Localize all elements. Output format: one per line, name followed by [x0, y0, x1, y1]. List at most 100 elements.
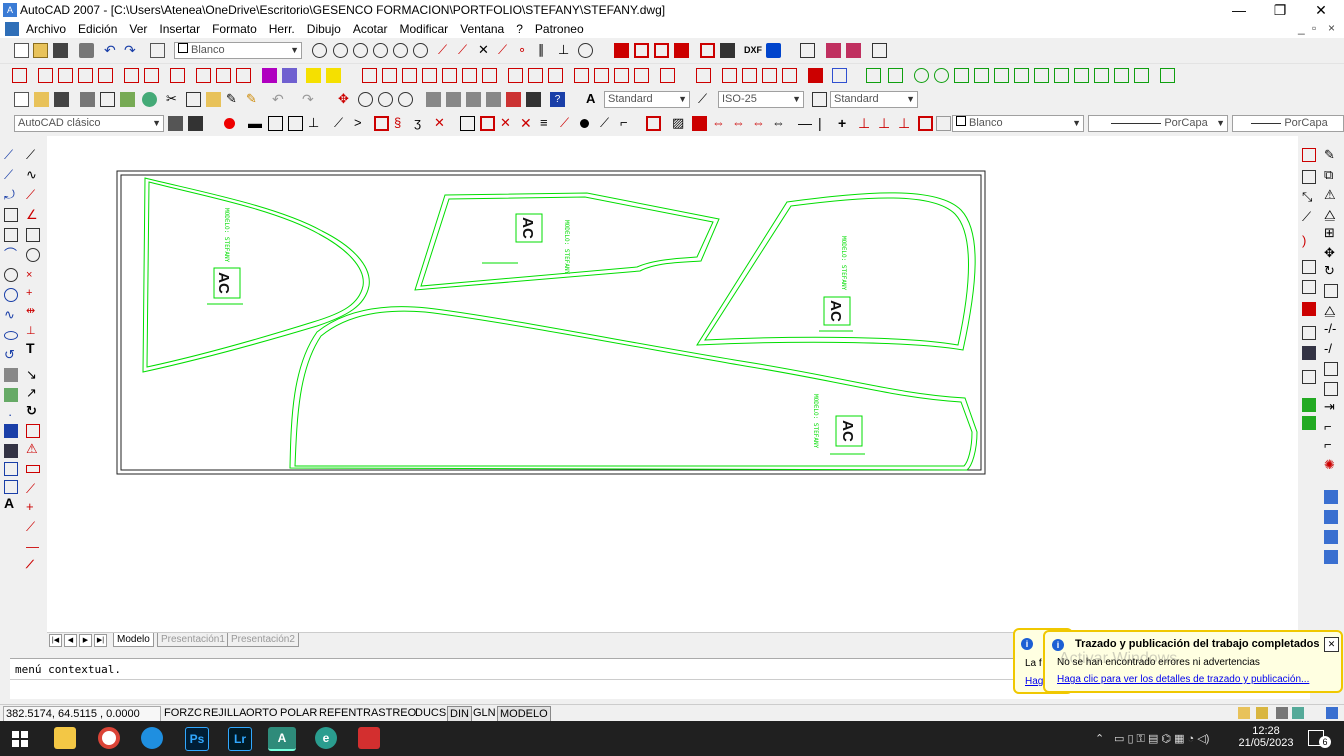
right-tool-4-icon[interactable]: ⟋	[1302, 210, 1316, 224]
right-tool-3-icon[interactable]: ⤡	[1302, 190, 1316, 204]
draw-xline-icon[interactable]: ⟋	[4, 168, 18, 182]
qsave-icon[interactable]	[54, 92, 69, 107]
modify-tool-8-icon[interactable]	[1324, 284, 1338, 298]
pattern-tool-37-icon[interactable]	[832, 68, 847, 83]
pattern-tool-25-icon[interactable]	[548, 68, 563, 83]
grade-tool-2-icon[interactable]: ⇔	[732, 116, 747, 131]
cross-icon[interactable]: +	[838, 116, 853, 131]
qnew-icon[interactable]	[14, 92, 29, 107]
status-gln[interactable]: GLN	[471, 706, 498, 720]
status-ducs[interactable]: DUCS	[413, 706, 448, 720]
modify-explode-icon[interactable]	[26, 465, 40, 473]
tray-warning-icon[interactable]	[1238, 707, 1250, 719]
notification-balloon[interactable]: i Trazado y publicación del trabajo comp…	[1043, 630, 1343, 693]
pattern-tool-7-icon[interactable]	[144, 68, 159, 83]
right-tool-12-icon[interactable]	[1302, 398, 1316, 412]
dim-text-edit-icon[interactable]: ✕	[520, 116, 535, 131]
snap-apparent-icon[interactable]: ⟋	[498, 43, 513, 58]
pattern-tool-3-icon[interactable]	[58, 68, 73, 83]
status-rejilla[interactable]: REJILLA	[201, 706, 248, 720]
status-polar[interactable]: POLAR	[278, 706, 319, 720]
windows-start-icon[interactable]	[12, 731, 28, 747]
taskbar-e-icon[interactable]: e	[315, 727, 337, 749]
dim-style2-icon[interactable]: ⟋	[560, 116, 575, 131]
menu-dibujo[interactable]: Dibujo	[307, 21, 341, 37]
zoom-all-icon[interactable]	[393, 43, 408, 58]
tab-modelo[interactable]: Modelo	[113, 633, 154, 647]
undo2-icon[interactable]: ↶	[272, 92, 287, 107]
draw-ellipse-icon[interactable]	[4, 331, 18, 340]
dim-style-combo[interactable]: ISO-25 ▼	[718, 91, 804, 108]
color-combo[interactable]: Blanco ▼	[952, 115, 1084, 132]
tray-plot-icon[interactable]	[1276, 707, 1288, 719]
print-icon[interactable]	[79, 43, 94, 58]
menu-herr[interactable]: Herr.	[269, 21, 295, 37]
menu-ventana[interactable]: Ventana	[460, 21, 504, 37]
modify-tool-13-icon[interactable]	[1324, 382, 1338, 396]
minimize-button[interactable]: —	[1216, 0, 1262, 20]
taskbar-photoshop-icon[interactable]: Ps	[185, 727, 209, 751]
table-style-icon[interactable]	[812, 92, 827, 107]
menu-patroneo[interactable]: Patroneo	[535, 21, 584, 37]
taskbar-chrome-icon[interactable]	[98, 727, 120, 749]
taskbar-clock[interactable]: 12:28 21/05/2023	[1238, 725, 1294, 749]
tray-comm-icon[interactable]	[1292, 707, 1304, 719]
text-style-combo[interactable]: Standard ▼	[604, 91, 690, 108]
draw-circle-icon[interactable]	[4, 268, 18, 282]
vline-icon[interactable]: |	[818, 116, 833, 131]
pattern-tool-6-icon[interactable]	[124, 68, 139, 83]
modify-tool-6-icon[interactable]: ✥	[1324, 246, 1338, 260]
modify-tool-14-icon[interactable]: ⇥	[1324, 400, 1338, 414]
modify-move-icon[interactable]	[26, 248, 40, 262]
status-refent[interactable]: REFENT	[317, 706, 365, 720]
redo2-icon[interactable]: ↷	[302, 92, 317, 107]
tolerance-icon[interactable]	[460, 116, 475, 131]
zoom-scale-icon[interactable]	[413, 43, 428, 58]
green-tool-2-icon[interactable]	[888, 68, 903, 83]
snap-node-icon[interactable]: ∘	[518, 43, 533, 58]
modify-tool-10-icon[interactable]: -/-	[1324, 322, 1338, 336]
pattern-tool-19-icon[interactable]	[422, 68, 437, 83]
snap-center-icon[interactable]	[578, 43, 593, 58]
modify-array-icon[interactable]	[26, 228, 40, 242]
zoom-extents-icon[interactable]	[373, 43, 388, 58]
tray-icons[interactable]: ▭ ▯ ⚿ ▤ ⌬ ▦ ◔ ◁)	[1114, 732, 1209, 746]
dim-ordinate-icon[interactable]	[288, 116, 303, 131]
modify-erase-icon[interactable]: ⟋	[26, 148, 40, 162]
menu-acotar[interactable]: Acotar	[353, 21, 388, 37]
pattern-tool-32-icon[interactable]	[722, 68, 737, 83]
notch-3-icon[interactable]: ⊥	[898, 116, 913, 131]
green-tool-14-icon[interactable]	[1134, 68, 1149, 83]
block-insert-icon[interactable]	[614, 43, 629, 58]
right-tool-13-icon[interactable]	[1302, 416, 1316, 430]
right-tool-5-icon[interactable]: )	[1302, 234, 1316, 248]
menu-ayuda[interactable]: ?	[516, 21, 523, 37]
insert-block-icon[interactable]	[4, 368, 18, 382]
cut-icon[interactable]: ✂	[166, 92, 181, 107]
pattern-tool-28-icon[interactable]	[614, 68, 629, 83]
green-tool-10-icon[interactable]	[1054, 68, 1069, 83]
menu-ver[interactable]: Ver	[129, 21, 147, 37]
pattern-side-3-icon[interactable]: ⟋	[26, 520, 40, 534]
lineweight-combo[interactable]: PorCapa	[1232, 115, 1344, 132]
redo-icon[interactable]: ↷	[124, 43, 139, 58]
rectangle-red-icon[interactable]	[634, 43, 649, 58]
modify-trim-icon[interactable]: ⊥	[26, 324, 40, 338]
draw-rectangle-icon[interactable]	[4, 228, 18, 242]
gradient-icon[interactable]	[4, 444, 18, 458]
notch-4-icon[interactable]	[918, 116, 933, 131]
right-tool-8-icon[interactable]	[1302, 302, 1316, 316]
design-center-icon[interactable]	[826, 43, 841, 58]
draw-point-icon[interactable]: ·	[8, 408, 22, 422]
dim-linear-icon[interactable]: ▬	[248, 116, 263, 131]
workspace-combo[interactable]: AutoCAD clásico ▼	[14, 115, 164, 132]
center-mark-icon[interactable]	[480, 116, 495, 131]
pattern-piece-1[interactable]	[142, 177, 370, 373]
modify-rotate-icon[interactable]: ×	[26, 268, 40, 282]
close-button[interactable]: ✕	[1298, 0, 1344, 20]
help-icon[interactable]	[872, 43, 887, 58]
linetype-combo[interactable]: PorCapa ▼	[1088, 115, 1228, 132]
dim-angular-icon[interactable]: >	[354, 116, 369, 131]
publish-icon[interactable]	[674, 43, 689, 58]
pattern-tool-24-icon[interactable]	[528, 68, 543, 83]
